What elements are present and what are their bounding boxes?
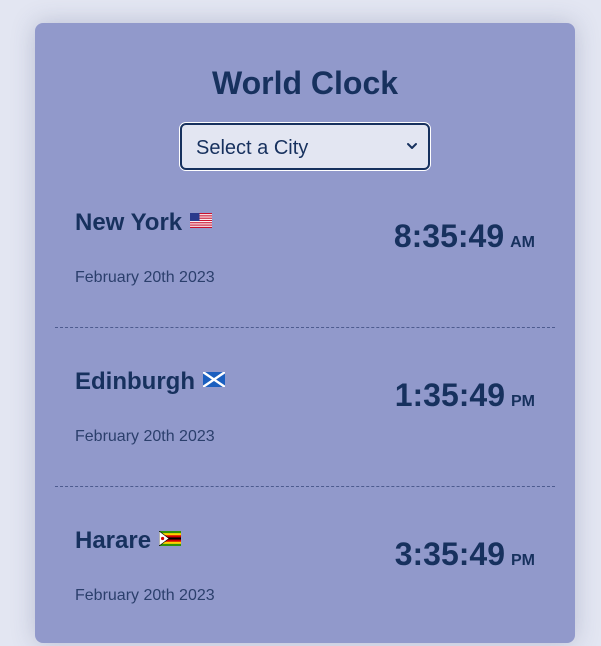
city-clock: 8:35:49 AM [394, 218, 535, 254]
city-clock: 3:35:49 PM [395, 536, 535, 572]
city-row: Harare February 20th 2023 3:35:49 PM [55, 487, 555, 646]
city-clock: 1:35:49 PM [395, 377, 535, 413]
city-date: February 20th 2023 [75, 269, 215, 286]
chevron-down-icon [407, 143, 417, 149]
city-select-value: Select a City [196, 137, 309, 159]
city-name: New York [75, 209, 213, 237]
clock-ampm: PM [511, 552, 535, 569]
clock-time: 8:35:49 [393, 218, 505, 254]
city-date: February 20th 2023 [75, 587, 215, 604]
zimbabwe-flag-icon [159, 531, 182, 547]
clock-ampm: AM [510, 234, 535, 251]
city-row: Edinburgh February 20th 2023 1:35:49 PM [55, 328, 555, 487]
page-title: World Clock [211, 65, 399, 101]
us-flag-icon [190, 213, 213, 229]
city-name: Harare [75, 527, 182, 555]
clock-time: 3:35:49 [394, 536, 505, 572]
clock-time: 1:35:49 [394, 377, 505, 413]
scotland-flag-icon [202, 372, 225, 388]
city-name: Edinburgh [75, 368, 225, 396]
world-clock-card: World Clock Select a City New York Febru… [35, 23, 575, 643]
city-row: New York February 20th 2023 8:35:49 AM [55, 169, 555, 328]
city-select[interactable]: Select a City [180, 123, 430, 170]
clock-ampm: PM [511, 393, 535, 410]
city-date: February 20th 2023 [75, 428, 215, 445]
